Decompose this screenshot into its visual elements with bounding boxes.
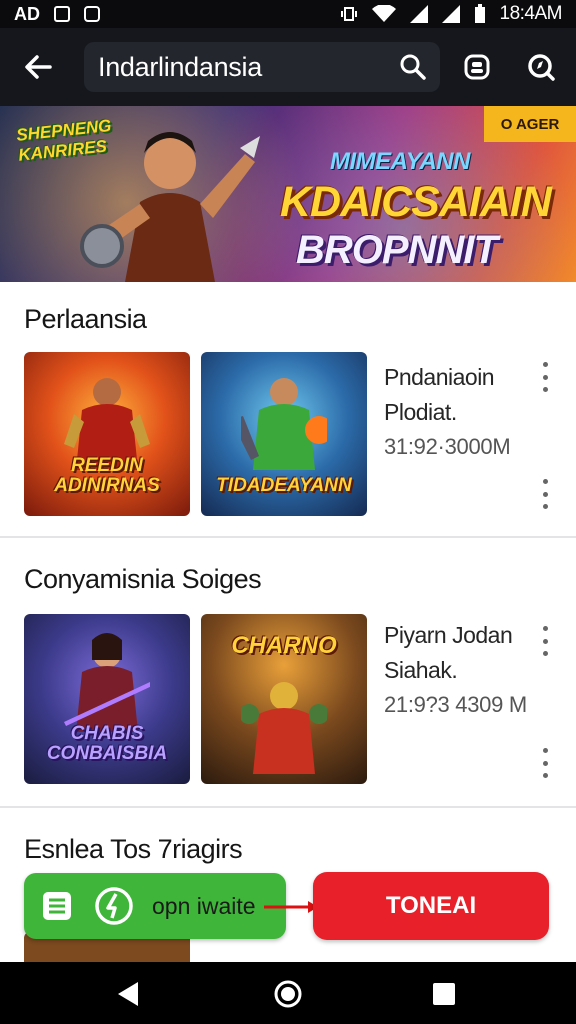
notification-icon-2 — [84, 6, 100, 22]
status-left: AD — [14, 4, 100, 25]
item-subtitle: Plodiat. — [384, 399, 457, 425]
menu-icon — [43, 892, 71, 920]
signal-icon-2 — [441, 5, 460, 23]
banner-tag: O AGER — [484, 106, 576, 142]
nav-back-button[interactable] — [106, 972, 150, 1016]
thumbnail-title: TIDADEAYANN — [216, 475, 352, 496]
item-details[interactable]: Pndaniaoin Plodiat. 31:92·3000M — [384, 364, 511, 460]
arrow-left-icon — [25, 55, 52, 79]
profile-button[interactable] — [452, 42, 502, 92]
battery-icon — [474, 4, 485, 23]
more-options-button[interactable] — [535, 748, 555, 778]
game-thumbnail[interactable]: CHABIS CONBAISBIA — [24, 614, 190, 784]
system-nav-bar — [0, 962, 576, 1024]
item-meta: 21:9?3 4309 M — [384, 692, 527, 717]
discover-button[interactable] — [516, 42, 566, 92]
item-details[interactable]: Piyarn Jodan Siahak. 21:9?3 4309 M — [384, 622, 527, 718]
vibrate-icon — [340, 7, 357, 21]
game-thumbnail[interactable]: REEDIN ADINIRNAS — [24, 352, 190, 516]
search-icon — [400, 54, 426, 80]
item-title: Pndaniaoin — [384, 364, 495, 390]
search-button[interactable] — [386, 42, 440, 92]
section-title: Perlaansia — [24, 304, 147, 334]
section-title: Conyamisnia Soiges — [24, 564, 262, 594]
search-field[interactable]: Indarlindansia — [84, 42, 440, 92]
home-circle-icon — [274, 980, 302, 1008]
game-thumbnail[interactable]: CHARNO — [201, 614, 367, 784]
banner-title-2: BROPNNIT — [296, 228, 498, 272]
promo-banner[interactable]: SHEPNENG KANRIRES O AGER MIMEAYANN KDAIC… — [0, 106, 576, 282]
primary-action-label: TONEAI — [385, 892, 477, 919]
more-options-button[interactable] — [535, 626, 555, 656]
item-title: Piyarn Jodan — [384, 622, 513, 648]
thumbnail-title: CHARNO — [231, 632, 337, 659]
recents-square-icon — [433, 983, 455, 1005]
section-1: Perlaansia REEDIN ADINIRNAS TIDADEAYANN … — [0, 282, 576, 536]
character-illustration — [241, 682, 327, 774]
notification-icon — [54, 6, 70, 22]
hero-illustration — [80, 132, 260, 282]
character-illustration — [241, 378, 327, 470]
section-title: Esnlea Tos 7riagirs — [24, 834, 243, 864]
open-wait-button[interactable]: opn iwaite — [24, 873, 286, 939]
game-thumbnail[interactable]: TIDADEAYANN — [201, 352, 367, 516]
nav-recents-button[interactable] — [422, 972, 466, 1016]
search-input[interactable]: Indarlindansia — [98, 52, 386, 83]
back-button[interactable] — [0, 28, 76, 106]
primary-action-button[interactable]: TONEAI — [313, 872, 549, 940]
nav-home-button[interactable] — [266, 972, 310, 1016]
profile-icon — [464, 54, 490, 80]
download-icon — [95, 887, 133, 925]
status-left-text: AD — [14, 3, 40, 24]
banner-subtitle: MIMEAYANN — [330, 148, 470, 175]
top-app-bar: Indarlindansia — [0, 28, 576, 106]
banner-title: KDAICSAIAIN — [280, 178, 552, 226]
signal-icon — [409, 5, 428, 23]
more-options-button[interactable] — [535, 479, 555, 509]
wifi-icon — [371, 5, 396, 22]
more-options-button[interactable] — [535, 362, 555, 392]
item-subtitle: Siahak. — [384, 657, 458, 683]
thumbnail-title: CHABIS CONBAISBIA — [46, 723, 168, 764]
back-triangle-icon — [118, 982, 138, 1006]
compass-search-icon — [528, 54, 555, 81]
open-wait-label: opn iwaite — [152, 892, 256, 919]
status-time: 18:4AM — [499, 3, 563, 24]
status-right: 18:4AM — [340, 3, 563, 25]
thumbnail-title: REEDIN ADINIRNAS — [54, 455, 160, 496]
section-2: Conyamisnia Soiges CHABIS CONBAISBIA CHA… — [0, 538, 576, 806]
item-meta: 31:92·3000M — [384, 434, 511, 459]
status-bar: AD 18:4AM — [0, 0, 576, 28]
